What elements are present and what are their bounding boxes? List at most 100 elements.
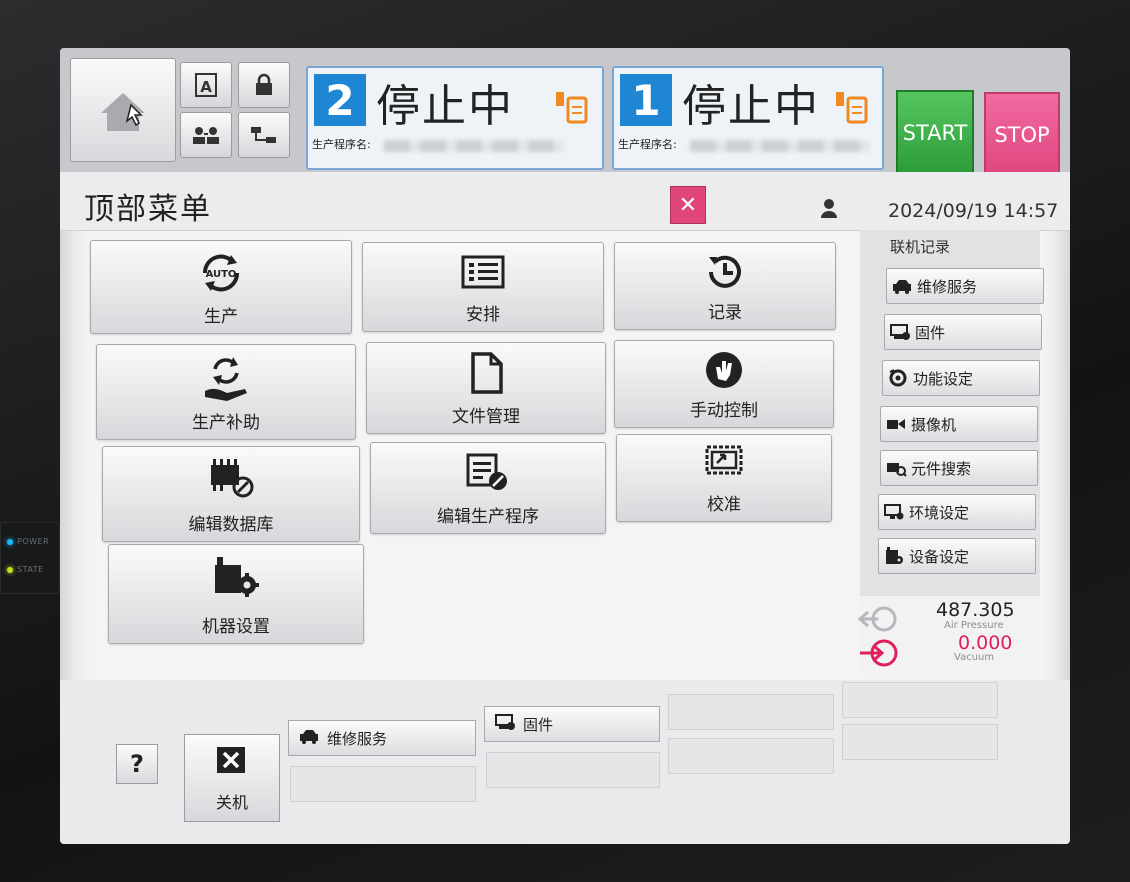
svg-text:AUTO: AUTO xyxy=(206,269,237,280)
calibration-label: 校准 xyxy=(707,495,741,515)
air-pressure-label: Air Pressure xyxy=(944,620,1004,631)
machine-gear-icon xyxy=(215,557,259,597)
vacuum-icon xyxy=(860,639,898,667)
sidebar-item-label: 环境设定 xyxy=(909,503,970,522)
header-bar: A 2 停止中 生产程序名: 1 停止中 生产程序名: START STOP xyxy=(60,48,1070,178)
production-label: 生产 xyxy=(204,307,238,327)
lane-2-status: 停止中 xyxy=(376,81,514,132)
users-button[interactable] xyxy=(180,112,232,158)
sidebar-header: 联机记录 xyxy=(890,238,951,256)
function-gear-icon xyxy=(889,369,907,387)
quick-service-label: 维修服务 xyxy=(327,729,388,748)
lane-2-number: 2 xyxy=(314,74,366,126)
production-assist-label: 生产补助 xyxy=(192,413,260,433)
program-edit-icon xyxy=(466,453,507,490)
edit-program-label: 编辑生产程序 xyxy=(437,507,539,527)
sidebar-item-environment-settings[interactable]: 环境设定 xyxy=(878,494,1036,530)
state-led-label: STATE xyxy=(17,565,44,574)
schedule-label: 安排 xyxy=(466,305,500,325)
quick-firmware-button[interactable]: 固件 xyxy=(484,706,660,742)
sidebar-item-label: 设备设定 xyxy=(909,547,970,566)
edit-program-button[interactable]: 编辑生产程序 xyxy=(370,442,606,534)
lane-2-program-label: 生产程序名: xyxy=(312,138,371,151)
vacuum-label: Vacuum xyxy=(954,652,995,663)
lane-2-panel: 2 停止中 生产程序名: xyxy=(306,66,604,170)
sidebar-item-label: 功能设定 xyxy=(913,369,974,388)
schedule-button[interactable]: 安排 xyxy=(362,242,604,332)
sidebar-item-service[interactable]: 维修服务 xyxy=(886,268,1044,304)
edit-database-button[interactable]: 编辑数据库 xyxy=(102,446,360,542)
page-title: 顶部菜单 xyxy=(84,192,212,227)
machine-settings-button[interactable]: 机器设置 xyxy=(108,544,364,644)
empty-slot xyxy=(486,752,660,788)
service-car-icon xyxy=(300,730,318,744)
records-label: 记录 xyxy=(708,303,742,323)
manual-hand-icon xyxy=(706,352,742,388)
empty-slot xyxy=(290,766,476,802)
vacuum-value: 0.000 xyxy=(958,632,1013,654)
datetime-display: 2024/09/19 14:57 xyxy=(888,200,1059,222)
auto-cycle-icon: AUTO xyxy=(202,254,240,292)
svg-text:A: A xyxy=(200,78,212,96)
shutdown-button[interactable]: 关机 xyxy=(184,734,280,822)
air-pressure-icon xyxy=(858,606,897,632)
sidebar-item-firmware[interactable]: 固件 xyxy=(884,314,1042,350)
status-led-panel: POWER STATE xyxy=(0,522,60,594)
file-management-label: 文件管理 xyxy=(452,407,520,427)
file-management-button[interactable]: 文件管理 xyxy=(366,342,606,434)
device-gear-icon xyxy=(886,547,903,564)
network-button[interactable] xyxy=(238,112,290,158)
sidebar-item-camera[interactable]: 摄像机 xyxy=(880,406,1038,442)
sidebar-item-label: 维修服务 xyxy=(917,277,978,296)
lane-1-program-name-redacted xyxy=(690,140,870,152)
a-box-icon: A xyxy=(195,73,217,97)
home-icon xyxy=(101,93,145,131)
hand-cycle-icon xyxy=(205,357,247,401)
touch-screen: A 2 停止中 生产程序名: 1 停止中 生产程序名: START STOP 顶… xyxy=(60,48,1070,844)
lane-1-number: 1 xyxy=(620,74,672,126)
lane-1-program-label: 生产程序名: xyxy=(618,138,677,151)
production-button[interactable]: AUTO 生产 xyxy=(90,240,352,334)
home-button[interactable] xyxy=(70,58,176,162)
manual-control-button[interactable]: 手动控制 xyxy=(614,340,834,428)
sidebar-item-function-settings[interactable]: 功能设定 xyxy=(882,360,1040,396)
close-box-icon xyxy=(217,747,245,773)
start-button[interactable]: START xyxy=(896,90,974,176)
history-icon xyxy=(709,255,741,288)
power-led-label: POWER xyxy=(17,537,50,546)
lane-1-panel: 1 停止中 生产程序名: xyxy=(612,66,884,170)
part-search-icon xyxy=(887,463,907,477)
chip-edit-icon xyxy=(211,459,254,498)
document-icon xyxy=(471,352,503,394)
help-button[interactable]: ? xyxy=(116,744,158,784)
users-icon xyxy=(193,127,219,144)
sidebar-item-label: 元件搜索 xyxy=(911,459,972,478)
sidebar-item-part-search[interactable]: 元件搜索 xyxy=(880,450,1038,486)
calibration-button[interactable]: 校准 xyxy=(616,434,832,522)
empty-slot xyxy=(842,724,998,760)
service-car-icon xyxy=(893,280,911,294)
machine-settings-label: 机器设置 xyxy=(202,617,270,637)
shutdown-label: 关机 xyxy=(215,793,248,812)
monitor-gear-icon xyxy=(884,504,904,520)
lane-1-status: 停止中 xyxy=(682,81,820,132)
sidebar-item-device-settings[interactable]: 设备设定 xyxy=(878,538,1036,574)
empty-slot xyxy=(668,694,834,730)
state-led-icon xyxy=(7,567,13,573)
empty-slot xyxy=(842,682,998,718)
stop-button[interactable]: STOP xyxy=(984,92,1060,178)
quick-service-button[interactable]: 维修服务 xyxy=(288,720,476,756)
lane-2-program-name-redacted xyxy=(384,140,564,152)
quick-firmware-label: 固件 xyxy=(523,715,554,734)
lock-button[interactable] xyxy=(238,62,290,108)
close-button[interactable]: ✕ xyxy=(670,186,706,224)
air-pressure-value: 487.305 xyxy=(936,599,1015,621)
records-button[interactable]: 记录 xyxy=(614,242,836,330)
a-box-button[interactable]: A xyxy=(180,62,232,108)
production-assist-button[interactable]: 生产补助 xyxy=(96,344,356,440)
sidebar-item-label: 固件 xyxy=(915,323,946,342)
hand-clipboard-icon xyxy=(556,92,588,124)
power-led-icon xyxy=(7,539,13,545)
camera-icon xyxy=(887,419,905,429)
manual-control-label: 手动控制 xyxy=(690,401,758,421)
